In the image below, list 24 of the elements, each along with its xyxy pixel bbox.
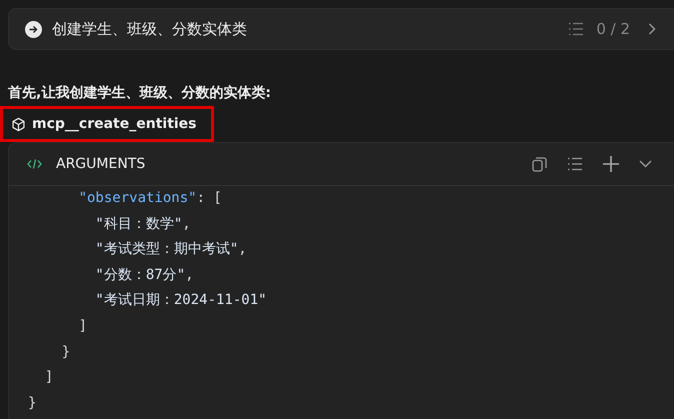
copy-icon[interactable] [532,156,547,172]
code-line: "考试类型：期中考试", [94,240,248,260]
code-line: "考试日期：2024-11-01" [94,291,268,310]
arrow-right-icon [25,20,42,38]
tool-call-label[interactable]: mcp__create_entities [0,106,214,142]
chevron-down-icon[interactable] [639,160,652,168]
code-icon [27,158,42,170]
list-icon[interactable] [567,157,583,171]
code-line: "分数：87分", [94,266,195,285]
list-icon[interactable] [568,22,584,36]
code-line: ] [44,368,54,388]
chevron-right-icon[interactable] [648,23,656,35]
progress-count: 0 / 2 [596,20,630,38]
code-line: } [28,394,38,413]
code-line: "科目：数学", [94,214,192,234]
arguments-title: ARGUMENTS [56,156,146,172]
task-title: 创建学生、班级、分数实体类 [52,20,248,38]
cube-icon [11,116,26,132]
code-line: ] [78,316,88,336]
task-card[interactable]: 创建学生、班级、分数实体类 0 / 2 [8,8,674,50]
code-line: "observations": [ [78,189,223,208]
code-line: } [60,342,72,362]
plus-icon[interactable] [603,156,619,172]
message-text: 首先,让我创建学生、班级、分数的实体类: [8,84,272,102]
